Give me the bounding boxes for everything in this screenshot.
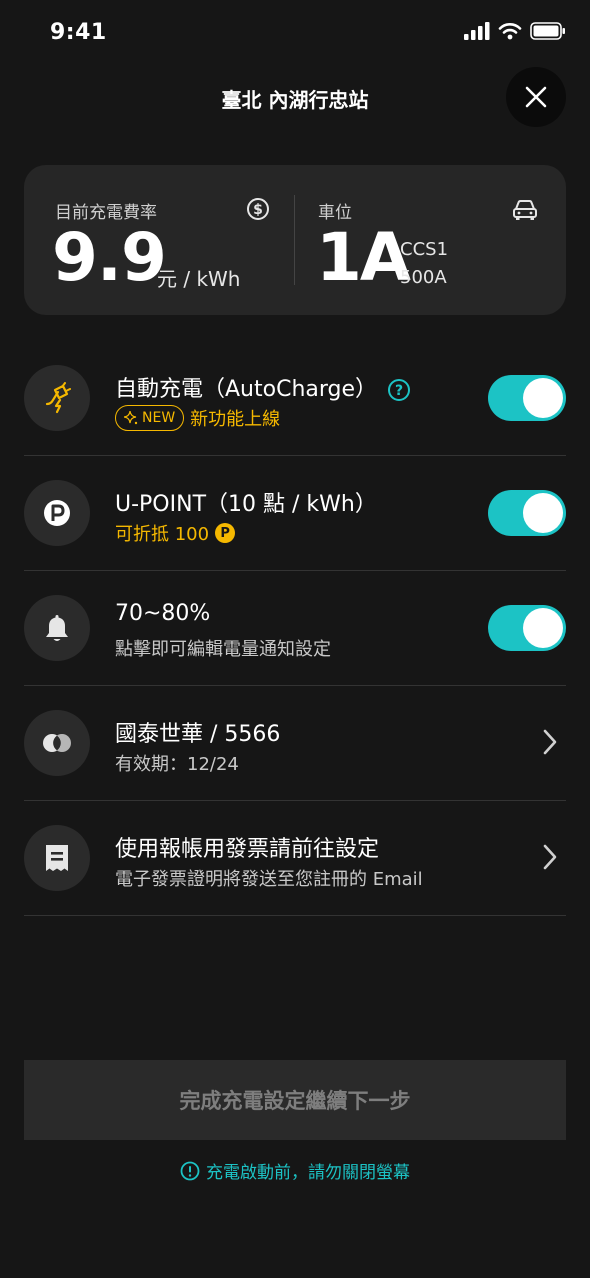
- new-badge: NEW: [115, 405, 185, 431]
- autocharge-title: 自動充電（AutoCharge） ?: [115, 371, 411, 403]
- charging-settings-screen: 9:41 臺北 內湖行忠站 目前充電費率 $ 9.9 元 / kWh 車位 1A…: [0, 0, 590, 1278]
- chevron-right-icon[interactable]: [542, 843, 558, 871]
- autocharge-toggle[interactable]: [488, 375, 566, 421]
- card-divider: [294, 195, 295, 285]
- invoice-row[interactable]: 使用報帳用發票請前往設定 電子發票證明將發送至您註冊的 Email: [24, 801, 566, 916]
- notification-title: 70~80%: [115, 601, 211, 626]
- next-step-button[interactable]: 完成充電設定繼續下一步: [24, 1060, 566, 1140]
- upoint-subtitle-text: 可折抵 100: [115, 524, 210, 545]
- svg-text:$: $: [253, 202, 263, 218]
- dollar-icon: $: [247, 198, 269, 220]
- status-bar: 9:41: [0, 0, 590, 70]
- invoice-row-icon: [24, 825, 90, 891]
- autocharge-subtitle-text: 新功能上線: [190, 409, 281, 430]
- status-icons: [464, 22, 566, 40]
- charging-info-card: 目前充電費率 $ 9.9 元 / kWh 車位 1A CCS1 500A: [24, 165, 566, 315]
- payment-card-title: 國泰世華 / 5566: [115, 722, 281, 747]
- warning-text: 充電啟動前，請勿關閉螢幕: [206, 1163, 410, 1183]
- credit-card-icon: [43, 734, 71, 752]
- connector-type: CCS1: [400, 239, 449, 260]
- notification-row[interactable]: 70~80% 點擊即可編輯電量通知設定: [24, 571, 566, 686]
- upoint-row: U-POINT（10 點 / kWh） 可折抵 100 P: [24, 456, 566, 571]
- invoice-subtitle: 電子發票證明將發送至您註冊的 Email: [115, 869, 423, 890]
- autocharge-row: 自動充電（AutoCharge） ? NEW 新功能上線: [24, 341, 566, 456]
- upoint-toggle[interactable]: [488, 490, 566, 536]
- help-icon[interactable]: ?: [387, 378, 411, 402]
- payment-card-row-icon: [24, 710, 90, 776]
- close-button[interactable]: [506, 67, 566, 127]
- upoint-title: U-POINT（10 點 / kWh）: [115, 492, 377, 517]
- sparkle-icon: [124, 411, 138, 425]
- charging-plug-icon: [45, 382, 71, 414]
- close-icon: [525, 86, 547, 108]
- toggle-knob: [523, 378, 563, 418]
- receipt-icon: [46, 845, 68, 871]
- notification-toggle[interactable]: [488, 605, 566, 651]
- upoint-subtitle: 可折抵 100 P: [115, 520, 236, 546]
- point-coin-icon: P: [215, 523, 236, 543]
- invoice-title: 使用報帳用發票請前往設定: [115, 837, 380, 862]
- connector-power: 500A: [400, 267, 447, 288]
- payment-card-expiry: 有效期：12/24: [115, 754, 239, 775]
- rate-unit: 元 / kWh: [157, 267, 241, 291]
- station-title: 臺北 內湖行忠站: [221, 88, 369, 112]
- info-icon: [180, 1161, 200, 1180]
- notification-row-icon: [24, 595, 90, 661]
- bay-value: 1A: [316, 219, 411, 296]
- bell-icon: [46, 615, 68, 641]
- autocharge-row-icon: [24, 365, 90, 431]
- autocharge-title-text: 自動充電（AutoCharge）: [115, 377, 378, 402]
- battery-icon: [530, 22, 565, 40]
- screen-warning: 充電啟動前，請勿關閉螢幕: [0, 1158, 590, 1183]
- upoint-icon: [44, 500, 70, 526]
- payment-card-row[interactable]: 國泰世華 / 5566 有效期：12/24: [24, 686, 566, 801]
- autocharge-subtitle: NEW 新功能上線: [115, 405, 280, 431]
- chevron-right-icon[interactable]: [542, 728, 558, 756]
- upoint-row-icon: [24, 480, 90, 546]
- toggle-knob: [523, 493, 563, 533]
- rate-value: 9.9: [52, 219, 167, 296]
- toggle-knob: [523, 608, 563, 648]
- notification-subtitle: 點擊即可編輯電量通知設定: [115, 639, 331, 660]
- wifi-icon: [498, 23, 522, 40]
- car-icon: [513, 200, 537, 220]
- status-time: 9:41: [50, 20, 107, 45]
- row-divider: [24, 915, 566, 916]
- svg-text:?: ?: [395, 383, 403, 399]
- signal-icon: [464, 22, 490, 40]
- new-badge-label: NEW: [142, 410, 176, 426]
